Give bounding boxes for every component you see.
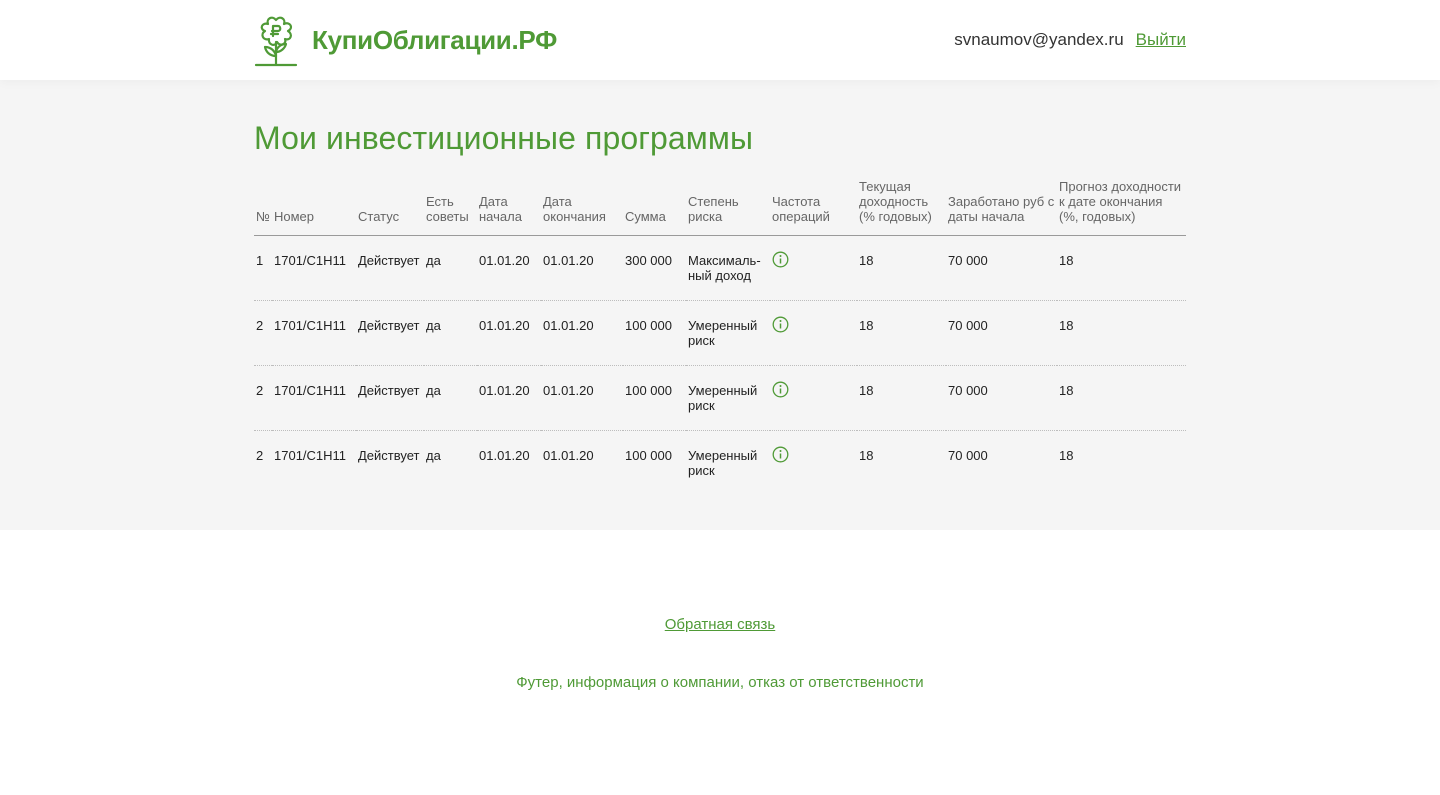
cell-status: Действует — [356, 365, 424, 431]
cell-freq — [770, 235, 857, 301]
col-risk: Степень риска — [686, 179, 770, 236]
cell-forecast: 18 — [1057, 365, 1186, 431]
cell-start: 01.01.20 — [477, 365, 541, 431]
cell-status: Действует — [356, 300, 424, 366]
cell-advice: да — [424, 235, 477, 301]
table-row[interactable]: 2 1701/C1H11 Действует да 01.01.20 01.01… — [254, 300, 1186, 366]
footer-info: Футер, информация о компании, отказ от о… — [516, 674, 924, 691]
cell-number: 1701/C1H11 — [272, 235, 356, 301]
col-status: Статус — [356, 179, 424, 236]
cell-num: 2 — [254, 365, 272, 431]
cell-sum: 300 000 — [623, 235, 686, 301]
logout-link[interactable]: Выйти — [1136, 30, 1186, 50]
cell-end: 01.01.20 — [541, 365, 623, 431]
col-num: № — [254, 179, 272, 236]
info-icon[interactable] — [772, 446, 789, 463]
cell-end: 01.01.20 — [541, 300, 623, 366]
cell-risk: Максималь-ный доход — [686, 235, 770, 301]
cell-num: 2 — [254, 300, 272, 366]
cell-earned: 70 000 — [946, 365, 1057, 431]
cell-risk: Умеренный риск — [688, 448, 758, 478]
col-number: Номер — [272, 179, 356, 236]
cell-forecast: 18 — [1057, 235, 1186, 301]
cell-number: 1701/C1H11 — [274, 448, 347, 463]
main-section: Мои инвестиционные программы № Номер Ста… — [0, 80, 1440, 530]
cell-earned: 70 000 — [946, 235, 1057, 301]
cell-start: 01.01.20 — [477, 300, 541, 366]
cell-status: Действует — [358, 448, 420, 463]
flower-ruble-icon — [254, 16, 298, 67]
col-freq: Частота операций — [770, 179, 857, 236]
col-end: Дата окончания — [541, 179, 623, 236]
table-row[interactable]: 1 1701/C1H11 Действует да 01.01.20 01.01… — [254, 235, 1186, 301]
cell-forecast: 18 — [1057, 300, 1186, 366]
cell-freq — [770, 365, 857, 431]
cell-end: 01.01.20 — [541, 235, 623, 301]
cell-forecast: 18 — [1059, 448, 1074, 463]
cell-freq — [770, 431, 857, 496]
cell-yield: 18 — [857, 235, 946, 301]
cell-risk: Умеренный риск — [686, 300, 770, 366]
info-icon[interactable] — [772, 316, 789, 333]
cell-end: 01.01.20 — [543, 448, 594, 463]
cell-sum: 100 000 — [623, 300, 686, 366]
col-forecast: Прогноз доходности к дате окончания (%, … — [1057, 179, 1186, 236]
table-row[interactable]: 2 1701/C1H11 Действует да 01.01.20 01.01… — [254, 431, 1186, 496]
cell-freq — [770, 300, 857, 366]
info-icon[interactable] — [772, 381, 789, 398]
col-earned: Заработано руб с даты начала — [946, 179, 1057, 236]
cell-advice: да — [426, 448, 441, 463]
site-footer: Обратная связь Футер, информация о компа… — [0, 530, 1440, 691]
cell-yield: 18 — [857, 365, 946, 431]
programs-table: № Номер Статус Есть советы Дата начала Д… — [254, 179, 1186, 495]
cell-num: 2 — [256, 448, 264, 463]
table-row[interactable]: 2 1701/C1H11 Действует да 01.01.20 01.01… — [254, 365, 1186, 431]
cell-earned: 70 000 — [946, 300, 1057, 366]
logo[interactable]: КупиОблигации.РФ — [254, 12, 557, 68]
cell-advice: да — [424, 365, 477, 431]
col-sum: Сумма — [623, 179, 686, 236]
user-area: svnaumov@yandex.ru Выйти — [954, 30, 1186, 50]
cell-sum: 100 000 — [625, 448, 672, 463]
cell-yield: 18 — [857, 300, 946, 366]
col-advice: Есть советы — [424, 179, 477, 236]
page-title: Мои инвестиционные программы — [254, 120, 754, 156]
cell-number: 1701/C1H11 — [272, 365, 356, 431]
cell-sum: 100 000 — [623, 365, 686, 431]
cell-start: 01.01.20 — [479, 448, 530, 463]
cell-start: 01.01.20 — [477, 235, 541, 301]
site-header: КупиОблигации.РФ svnaumov@yandex.ru Выйт… — [0, 0, 1440, 80]
cell-risk: Умеренный риск — [686, 365, 770, 431]
feedback-link[interactable]: Обратная связь — [665, 616, 776, 633]
cell-num: 1 — [254, 235, 272, 301]
col-start: Дата начала — [477, 179, 541, 236]
cell-number: 1701/C1H11 — [272, 300, 356, 366]
user-email: svnaumov@yandex.ru — [954, 30, 1124, 49]
cell-yield: 18 — [859, 448, 874, 463]
info-icon[interactable] — [772, 251, 789, 268]
cell-advice: да — [424, 300, 477, 366]
col-yield: Текущая доходность (% годовых) — [857, 179, 946, 236]
cell-earned: 70 000 — [948, 448, 988, 463]
table-header-row: № Номер Статус Есть советы Дата начала Д… — [254, 179, 1186, 236]
logo-text: КупиОблигации.РФ — [312, 24, 558, 55]
cell-status: Действует — [356, 235, 424, 301]
